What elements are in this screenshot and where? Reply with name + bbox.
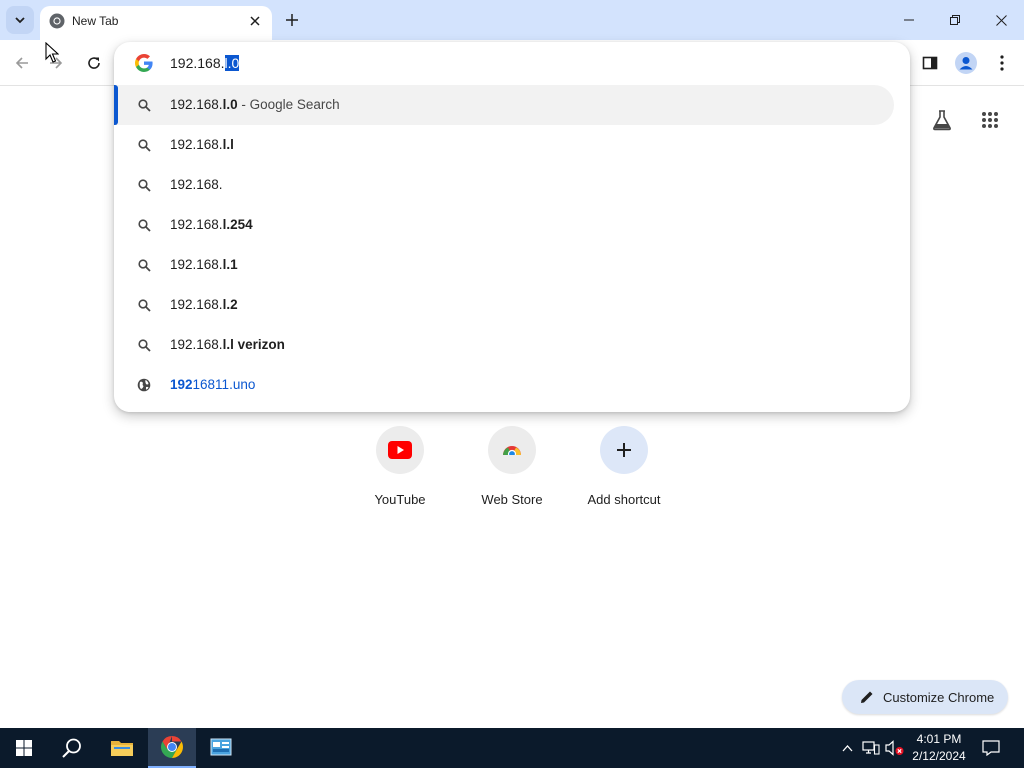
restore-button[interactable] — [932, 0, 978, 40]
plus-icon — [617, 443, 631, 457]
suggestion-text: 192.168.l.l — [170, 137, 234, 152]
suggestion-row[interactable]: 192.168.l.2 — [114, 285, 894, 325]
suggestion-text: 19216811.uno — [170, 377, 256, 392]
notification-icon — [982, 740, 1000, 756]
close-icon — [250, 16, 260, 26]
search-icon — [136, 297, 152, 313]
shortcut-youtube[interactable]: YouTube — [344, 426, 456, 516]
close-tab-button[interactable] — [246, 12, 264, 30]
chrome-icon — [49, 13, 65, 29]
search-icon — [136, 137, 152, 153]
google-icon — [135, 54, 153, 72]
apps-button[interactable] — [974, 104, 1006, 136]
suggestion-text: 192.168.l.1 — [170, 257, 238, 272]
search-icon — [62, 738, 81, 758]
control-panel-button[interactable] — [197, 728, 245, 768]
omnibox-dropdown: 192.168.l.0 192.168.l.0 - Google Search … — [114, 42, 910, 412]
reload-button[interactable] — [80, 49, 108, 77]
show-hidden-icons-button[interactable] — [838, 728, 856, 768]
more-vert-icon — [1000, 55, 1004, 71]
suggestion-text: 192.168.l.0 - Google Search — [170, 97, 340, 112]
taskbar-search-button[interactable] — [48, 728, 96, 768]
flask-icon — [933, 110, 951, 131]
shortcut-tile — [600, 426, 648, 474]
apps-grid-icon — [982, 112, 998, 128]
taskbar: 4:01 PM 2/12/2024 — [0, 728, 1024, 768]
mouse-cursor-icon — [45, 42, 59, 63]
side-panel-button[interactable] — [916, 49, 944, 77]
suggestion-text: 192.168.l.254 — [170, 217, 253, 232]
network-button[interactable] — [860, 728, 882, 768]
shortcut-tile — [376, 426, 424, 474]
search-icon — [136, 337, 152, 353]
new-tab-button[interactable] — [280, 8, 304, 32]
minimize-button[interactable] — [886, 0, 932, 40]
suggestion-row[interactable]: 192.168.l.254 — [114, 205, 894, 245]
notifications-button[interactable] — [978, 728, 1004, 768]
shortcut-web-store[interactable]: Web Store — [456, 426, 568, 516]
add-shortcut-button[interactable]: Add shortcut — [568, 426, 680, 516]
network-icon — [862, 741, 880, 755]
shortcut-label: YouTube — [374, 492, 426, 507]
chrome-icon — [161, 736, 183, 758]
suggestion-text: 192.168.l.l verizon — [170, 337, 285, 352]
search-icon — [136, 177, 152, 193]
suggestion-row[interactable]: 192.168.l.1 — [114, 245, 894, 285]
close-icon — [995, 14, 1007, 26]
restore-icon — [950, 15, 960, 25]
reload-icon — [88, 57, 100, 69]
address-input-text: 192.168. — [170, 55, 225, 71]
shortcut-label: Web Store — [481, 492, 543, 507]
control-panel-icon — [210, 738, 232, 756]
youtube-icon — [388, 441, 412, 459]
taskbar-clock[interactable]: 4:01 PM 2/12/2024 — [906, 731, 972, 765]
volume-muted-icon — [885, 740, 904, 756]
minimize-icon — [904, 19, 914, 21]
suggestion-text: 192.168.l.2 — [170, 297, 238, 312]
customize-chrome-button[interactable]: Customize Chrome — [842, 680, 1008, 714]
side-panel-icon — [922, 56, 938, 70]
address-input[interactable]: 192.168.l.0 — [170, 55, 240, 71]
start-button[interactable] — [0, 728, 48, 768]
tab-search-button[interactable] — [6, 6, 34, 34]
suggestion-row[interactable]: 192.168.l.l — [114, 125, 894, 165]
volume-button[interactable] — [884, 728, 906, 768]
tab-new-tab[interactable]: New Tab — [40, 6, 272, 40]
search-icon — [136, 257, 152, 273]
chrome-taskbar-button[interactable] — [148, 728, 196, 768]
globe-icon — [136, 377, 152, 393]
webstore-icon — [503, 446, 521, 459]
windows-icon — [16, 740, 32, 756]
back-button[interactable] — [8, 49, 36, 77]
suggestion-row[interactable]: 19216811.uno — [114, 365, 894, 405]
plus-icon — [286, 14, 298, 26]
pencil-icon — [860, 690, 874, 704]
shortcut-tile — [488, 426, 536, 474]
labs-button[interactable] — [926, 104, 958, 136]
folder-icon — [111, 741, 133, 756]
chevron-up-icon — [842, 744, 852, 751]
clock-date: 2/12/2024 — [912, 749, 966, 763]
profile-button[interactable] — [952, 49, 980, 77]
clock-time: 4:01 PM — [916, 732, 962, 746]
address-input-selection: l.0 — [224, 55, 240, 71]
tab-title: New Tab — [72, 14, 119, 28]
shortcut-label: Add shortcut — [587, 492, 661, 507]
search-icon — [136, 97, 152, 113]
tab-strip: New Tab — [0, 0, 1024, 40]
suggestion-row[interactable]: 192.168.l.l verizon — [114, 325, 894, 365]
suggestion-text: 192.168. — [170, 177, 223, 192]
suggestion-row[interactable]: 192.168. — [114, 165, 894, 205]
arrow-left-icon — [15, 57, 28, 69]
search-icon — [136, 217, 152, 233]
close-window-button[interactable] — [978, 0, 1024, 40]
customize-chrome-label: Customize Chrome — [883, 689, 995, 705]
suggestion-row[interactable]: 192.168.l.0 - Google Search — [114, 85, 894, 125]
menu-button[interactable] — [988, 49, 1016, 77]
profile-icon — [955, 52, 977, 74]
file-explorer-button[interactable] — [98, 728, 146, 768]
address-bar[interactable]: 192.168.l.0 — [114, 42, 910, 84]
chevron-down-icon — [15, 17, 25, 24]
